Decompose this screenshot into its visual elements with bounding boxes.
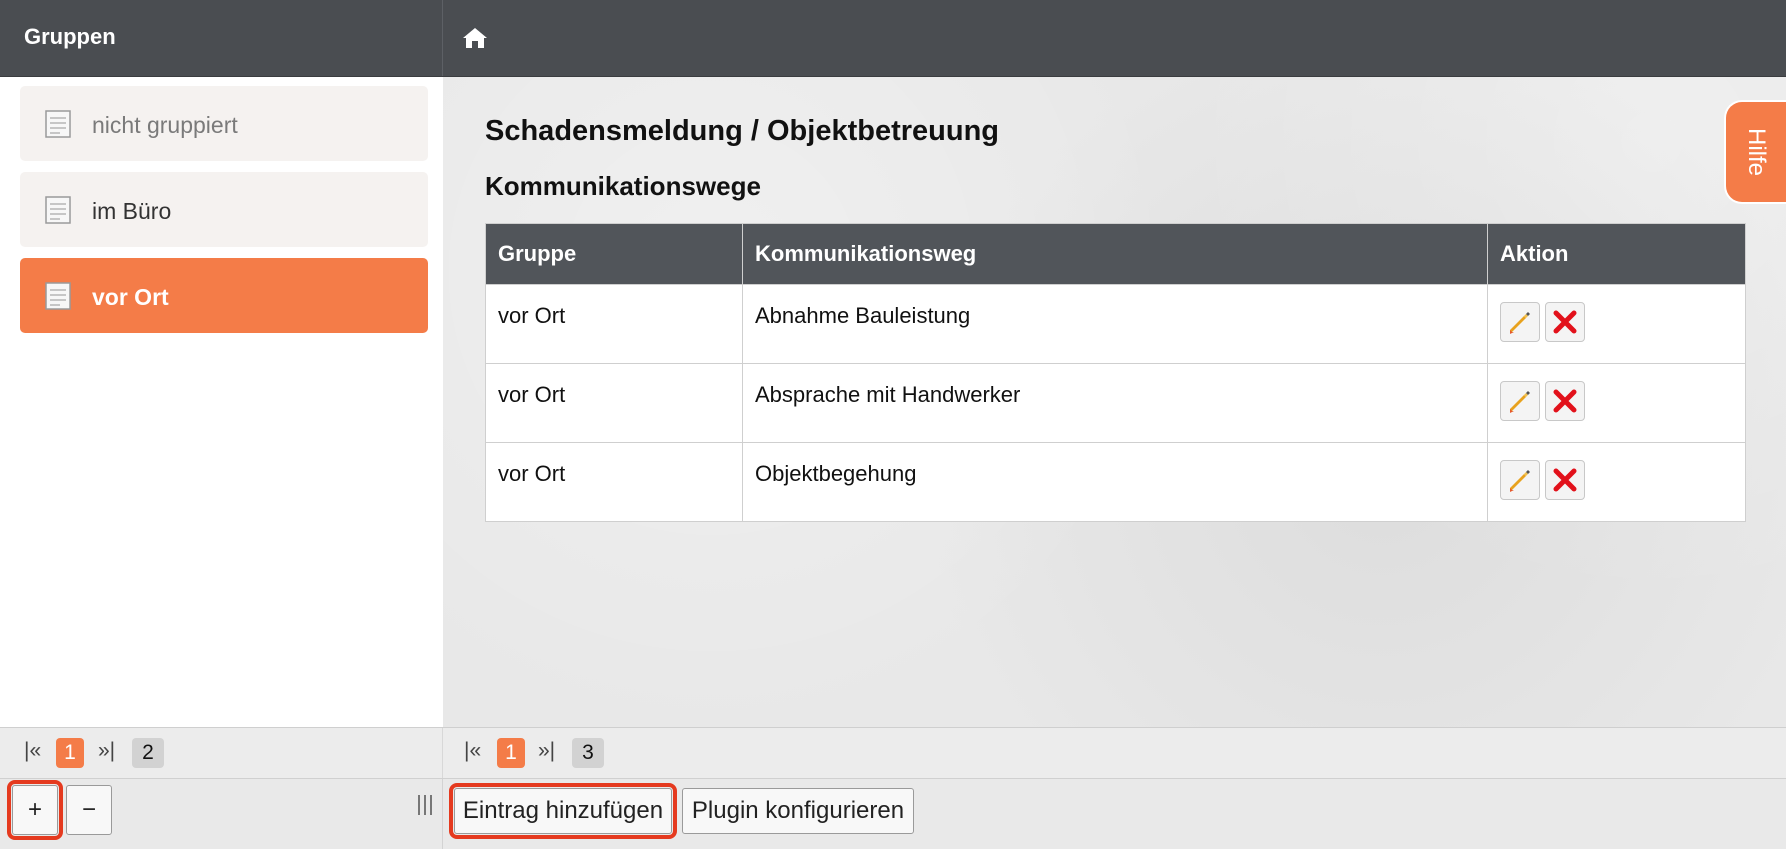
sidebar-page-current[interactable]: 1 [56,738,84,768]
home-icon[interactable] [462,27,488,49]
help-tab[interactable]: Hilfe [1724,100,1786,204]
section-title: Kommunikationswege [485,171,761,201]
table-row[interactable]: vor Ort Absprache mit Handwerker [485,363,1746,443]
main-page-total: 3 [572,738,604,768]
pencil-icon [1510,391,1530,413]
page-title: Schadensmeldung / Objektbetreuung [485,115,1000,147]
divider [442,779,443,849]
configure-plugin-button[interactable]: Plugin konfigurieren [682,788,914,834]
main-page-first[interactable]: |« [464,739,481,763]
divider [442,728,443,779]
pencil-icon [1510,312,1530,334]
group-list: nicht gruppiert im Büro vor Ort [0,77,443,727]
delete-x-icon [1553,310,1577,334]
cell-aktion [1487,442,1746,522]
add-group-button[interactable]: + [7,780,63,840]
delete-x-icon [1553,468,1577,492]
help-tab-label: Hilfe [1743,127,1770,177]
sidebar-title: Gruppen [24,24,116,49]
communication-table: Gruppe Kommunikationsweg Aktion vor Ort … [485,223,1746,522]
document-icon [45,110,71,138]
cell-gruppe: vor Ort [485,284,743,364]
cell-gruppe: vor Ort [485,363,743,443]
document-icon [45,196,71,224]
cell-gruppe: vor Ort [485,442,743,522]
edit-button[interactable] [1500,302,1540,342]
table-row[interactable]: vor Ort Abnahme Bauleistung [485,284,1746,364]
group-item-label: vor Ort [92,284,169,310]
group-item-im-buero[interactable]: im Büro [20,172,428,247]
splitter-handle-icon[interactable] [416,793,434,817]
add-entry-button[interactable]: Eintrag hinzufügen [449,783,677,839]
sidebar-page-total: 2 [132,738,164,768]
column-header-aktion: Aktion [1487,223,1746,285]
delete-button[interactable] [1545,460,1585,500]
group-item-label: im Büro [92,198,172,224]
cell-kommunikationsweg: Abnahme Bauleistung [742,284,1488,364]
main-page-last[interactable]: »| [538,739,555,763]
group-item-nicht-gruppiert[interactable]: nicht gruppiert [20,86,428,161]
delete-button[interactable] [1545,302,1585,342]
bottom-toolbar: + − Eintrag hinzufügen Plugin konfigurie… [0,778,1786,849]
remove-group-button[interactable]: − [66,785,112,835]
sidebar-page-last[interactable]: »| [98,739,115,763]
cell-aktion [1487,284,1746,364]
document-icon [45,282,71,310]
cell-kommunikationsweg: Absprache mit Handwerker [742,363,1488,443]
main-page-current[interactable]: 1 [497,738,525,768]
pagination-bar: |« 1 »| 2 |« 1 »| 3 [0,727,1786,779]
edit-button[interactable] [1500,381,1540,421]
pencil-icon [1510,470,1530,492]
group-item-vor-ort[interactable]: vor Ort [20,258,428,333]
table-row[interactable]: vor Ort Objektbegehung [485,442,1746,522]
cell-aktion [1487,363,1746,443]
column-header-gruppe[interactable]: Gruppe [485,223,743,285]
top-bar: Gruppen [0,0,1786,77]
sidebar-page-first[interactable]: |« [24,739,41,763]
column-header-kommunikationsweg[interactable]: Kommunikationsweg [742,223,1488,285]
delete-button[interactable] [1545,381,1585,421]
divider [442,0,443,76]
group-item-label: nicht gruppiert [92,112,238,138]
cell-kommunikationsweg: Objektbegehung [742,442,1488,522]
edit-button[interactable] [1500,460,1540,500]
delete-x-icon [1553,389,1577,413]
table-header-row: Gruppe Kommunikationsweg Aktion [485,223,1746,285]
main-content: Schadensmeldung / Objektbetreuung Kommun… [443,77,1786,727]
